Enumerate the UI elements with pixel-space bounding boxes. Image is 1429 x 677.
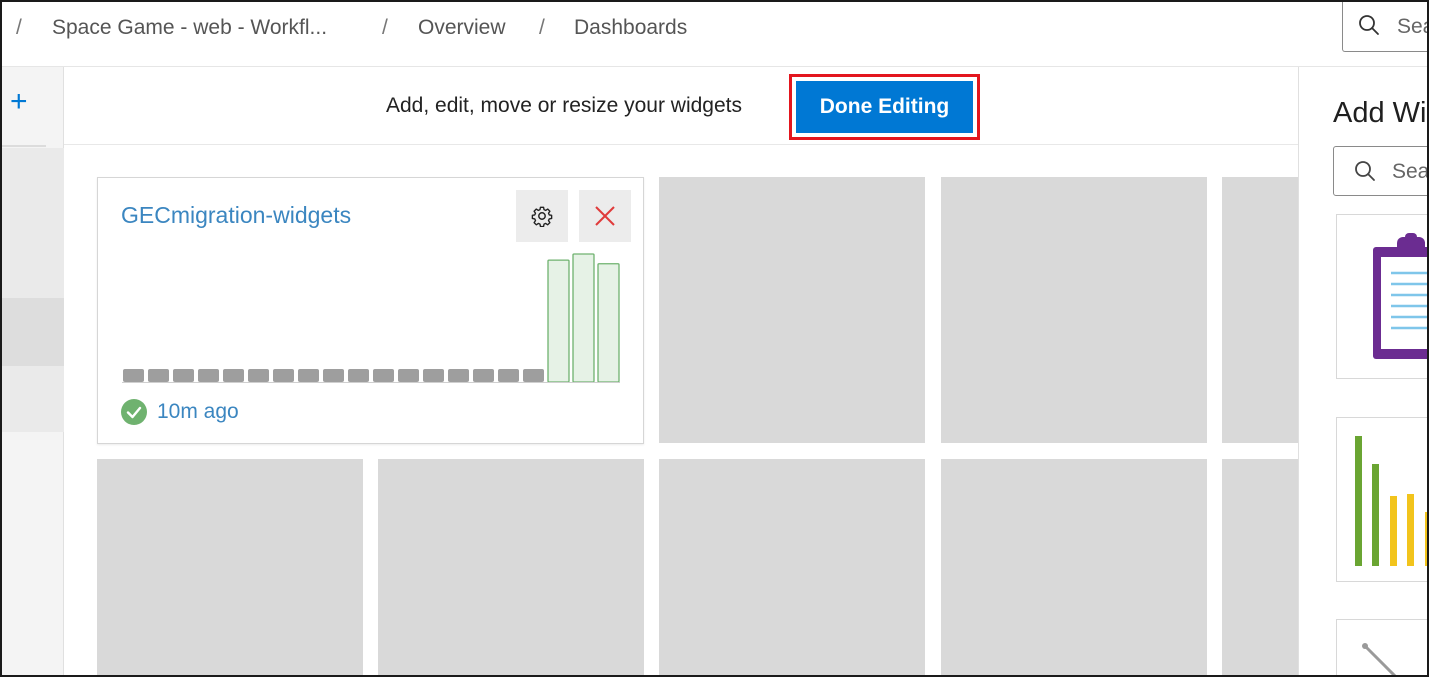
build-bar-empty[interactable] — [473, 369, 494, 382]
build-bar-succeeded[interactable] — [572, 253, 595, 382]
done-editing-button[interactable]: Done Editing — [796, 81, 973, 133]
dashboard-grid: GECmigration-widgets 10m ago — [64, 145, 1298, 675]
widget-catalog-item[interactable] — [1336, 417, 1427, 582]
build-bar-empty[interactable] — [498, 369, 519, 382]
build-bar-empty[interactable] — [223, 369, 244, 382]
build-bar-empty[interactable] — [123, 369, 144, 382]
left-rail: + — [2, 67, 64, 675]
search-icon — [1355, 161, 1375, 181]
build-bar-empty[interactable] — [173, 369, 194, 382]
check-circle-icon — [121, 399, 147, 425]
widget-catalog-item[interactable] — [1336, 214, 1427, 379]
widget-placeholder — [1222, 177, 1298, 443]
breadcrumb-separator: / — [539, 16, 545, 39]
widget-search-box[interactable]: Sea — [1333, 146, 1429, 196]
build-bar-succeeded[interactable] — [547, 259, 570, 382]
edit-mode-bar: Add, edit, move or resize your widgets D… — [64, 67, 1298, 145]
chart-baseline — [122, 382, 620, 383]
build-bar-empty[interactable] — [248, 369, 269, 382]
breadcrumb-dashboards[interactable]: Dashboards — [574, 16, 687, 40]
build-history-chart — [123, 253, 620, 382]
widget-search-placeholder: Sea — [1392, 160, 1429, 183]
breadcrumb-separator: / — [382, 16, 388, 39]
breadcrumb-overview[interactable]: Overview — [418, 16, 506, 40]
build-bar-empty[interactable] — [298, 369, 319, 382]
widget-placeholder — [941, 177, 1207, 443]
widget-catalog-item[interactable] — [1336, 619, 1427, 675]
rail-item-selected[interactable] — [2, 298, 64, 366]
widget-placeholder — [659, 177, 925, 443]
widget-placeholder — [659, 459, 925, 675]
status-time[interactable]: 10m ago — [157, 400, 239, 424]
build-bar-empty[interactable] — [523, 369, 544, 382]
build-bar-succeeded[interactable] — [597, 263, 620, 382]
app-window: / Space Game - web - Workfl... / Overvie… — [0, 0, 1429, 677]
widget-placeholder — [941, 459, 1207, 675]
build-bar-empty[interactable] — [448, 369, 469, 382]
rail-divider — [2, 145, 46, 147]
widget-placeholder — [1222, 459, 1298, 675]
build-bar-empty[interactable] — [148, 369, 169, 382]
build-bar-empty[interactable] — [373, 369, 394, 382]
widget-title[interactable]: GECmigration-widgets — [121, 202, 351, 229]
top-search-placeholder: Sea — [1397, 15, 1427, 38]
bar-chart-icon — [1355, 436, 1427, 566]
gear-icon — [531, 206, 553, 227]
panel-title: Add Wi — [1333, 97, 1427, 129]
clipboard-icon — [1373, 233, 1427, 359]
breadcrumb-separator: / — [16, 16, 22, 39]
top-search-box[interactable]: Sea — [1342, 2, 1427, 52]
widget-remove-button[interactable] — [579, 190, 631, 242]
edit-mode-message: Add, edit, move or resize your widgets — [386, 94, 742, 117]
top-bar: / Space Game - web - Workfl... / Overvie… — [2, 2, 1427, 67]
widget-status: 10m ago — [121, 399, 239, 425]
widget-placeholder — [378, 459, 644, 675]
build-bar-empty[interactable] — [348, 369, 369, 382]
widget-placeholder — [97, 459, 363, 675]
add-widget-panel: Add Wi Sea — [1298, 67, 1429, 675]
rail-item[interactable] — [2, 366, 64, 432]
build-bar-empty[interactable] — [423, 369, 444, 382]
build-bar-empty[interactable] — [398, 369, 419, 382]
plus-icon[interactable]: + — [10, 87, 28, 117]
build-bar-empty[interactable] — [273, 369, 294, 382]
build-bar-empty[interactable] — [198, 369, 219, 382]
rail-item[interactable] — [2, 148, 64, 298]
build-history-widget[interactable]: GECmigration-widgets 10m ago — [97, 177, 644, 444]
widget-settings-button[interactable] — [516, 190, 568, 242]
close-icon — [595, 206, 615, 226]
breadcrumb-project[interactable]: Space Game - web - Workfl... — [52, 16, 327, 40]
line-chart-icon — [1362, 643, 1397, 675]
search-icon — [1359, 15, 1379, 35]
build-bar-empty[interactable] — [323, 369, 344, 382]
